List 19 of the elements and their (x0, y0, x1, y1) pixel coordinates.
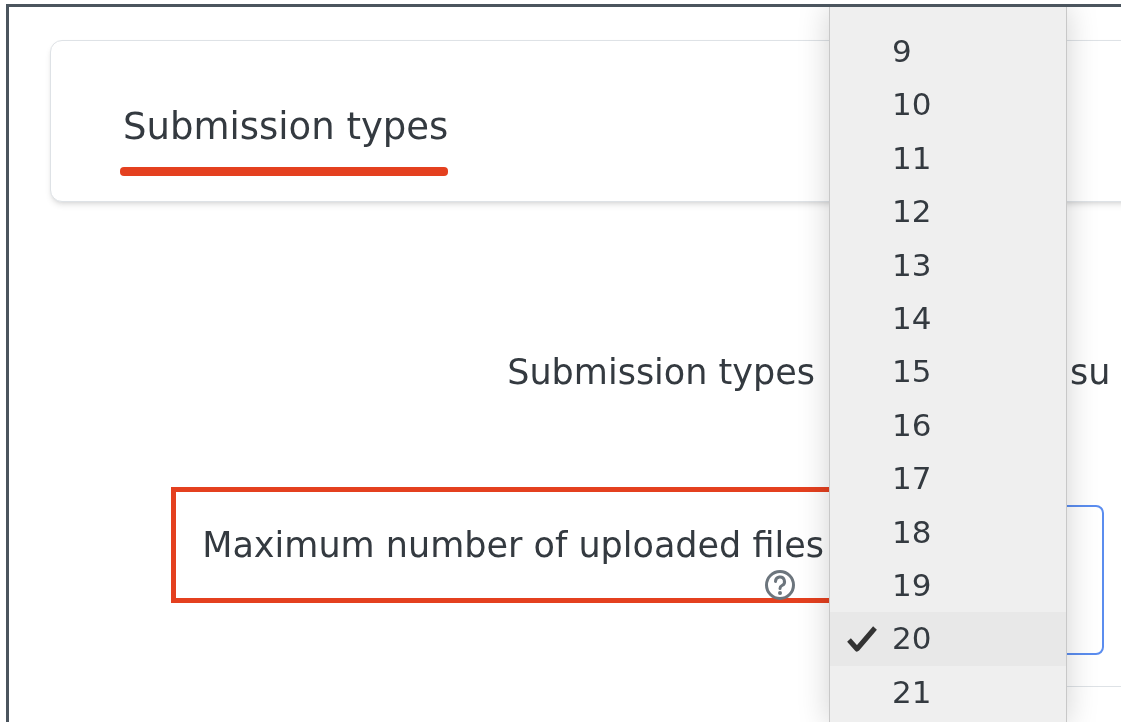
dropdown-option[interactable]: 19 (830, 558, 1066, 613)
field-text: su (1070, 351, 1111, 394)
field-label: Maximum number of uploaded files (202, 524, 824, 567)
dropdown-option[interactable]: 13 (830, 238, 1066, 292)
field-label: Submission types (507, 351, 815, 394)
dropdown-option[interactable]: 15 (830, 345, 1066, 399)
dropdown-option[interactable]: 9 (830, 25, 1066, 79)
help-icon[interactable] (764, 569, 796, 601)
dropdown-option[interactable]: 14 (830, 291, 1066, 346)
dropdown-option[interactable]: 17 (830, 452, 1066, 506)
checkmark-icon (846, 625, 878, 654)
dropdown-option[interactable]: 20 (830, 612, 1066, 666)
dropdown-option[interactable]: 10 (830, 78, 1066, 132)
dropdown-option[interactable]: 18 (830, 505, 1066, 559)
dropdown-option[interactable]: 21 (830, 665, 1066, 720)
dropdown-option[interactable]: 12 (830, 185, 1066, 239)
dropdown-option[interactable]: 11 (830, 131, 1066, 186)
section-title: Submission types (123, 105, 449, 148)
dropdown-option[interactable]: 16 (830, 398, 1066, 453)
